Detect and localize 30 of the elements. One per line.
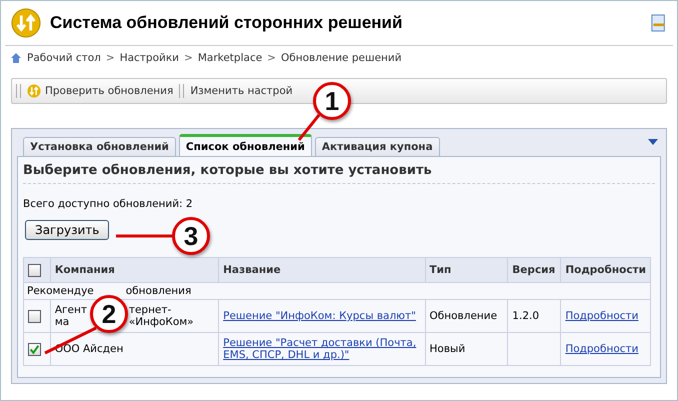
total-count-text: Всего доступно обновлений: 2 [23, 198, 194, 210]
breadcrumb-link[interactable]: Marketplace [198, 52, 262, 64]
load-button[interactable]: Загрузить [25, 220, 110, 240]
breadcrumb-link[interactable]: Настройки [120, 52, 180, 64]
breadcrumb-link[interactable]: Обновление решений [280, 52, 402, 64]
column-header: Версия [508, 258, 561, 282]
column-header: Подробности [560, 258, 650, 282]
group-label: обновления [126, 285, 192, 297]
version-text: 1.2.0 [512, 310, 540, 322]
company-name: тернет- [128, 304, 172, 316]
column-header: Компания [50, 258, 219, 282]
company-name: «ИнфоКом» [128, 316, 194, 328]
company-name: ма [54, 316, 70, 328]
type-text: Новый [430, 343, 466, 355]
breadcrumb-separator: > [184, 52, 193, 64]
toolbar-button[interactable]: Проверить обновления [25, 84, 176, 98]
column-header: Тип [425, 258, 508, 282]
breadcrumb-separator: > [106, 52, 115, 64]
column-header: Название [218, 258, 426, 282]
tab[interactable]: Установка обновлений [23, 137, 176, 156]
breadcrumb-separator: > [267, 52, 276, 64]
tab[interactable]: Список обновлений [178, 134, 312, 156]
type-text: Обновление [430, 310, 498, 322]
section-heading: Выберите обновления, которые вы хотите установить [23, 163, 655, 184]
window-title: Система обновлений сторонних решений [50, 13, 404, 33]
company-name: Агент [54, 304, 87, 316]
toolbar-button[interactable]: Изменить настрой [188, 85, 295, 97]
breadcrumb-link[interactable]: Рабочий стол [27, 52, 101, 64]
tab[interactable]: Активация купона [314, 137, 440, 156]
group-label: Рекомендуе [27, 285, 94, 297]
